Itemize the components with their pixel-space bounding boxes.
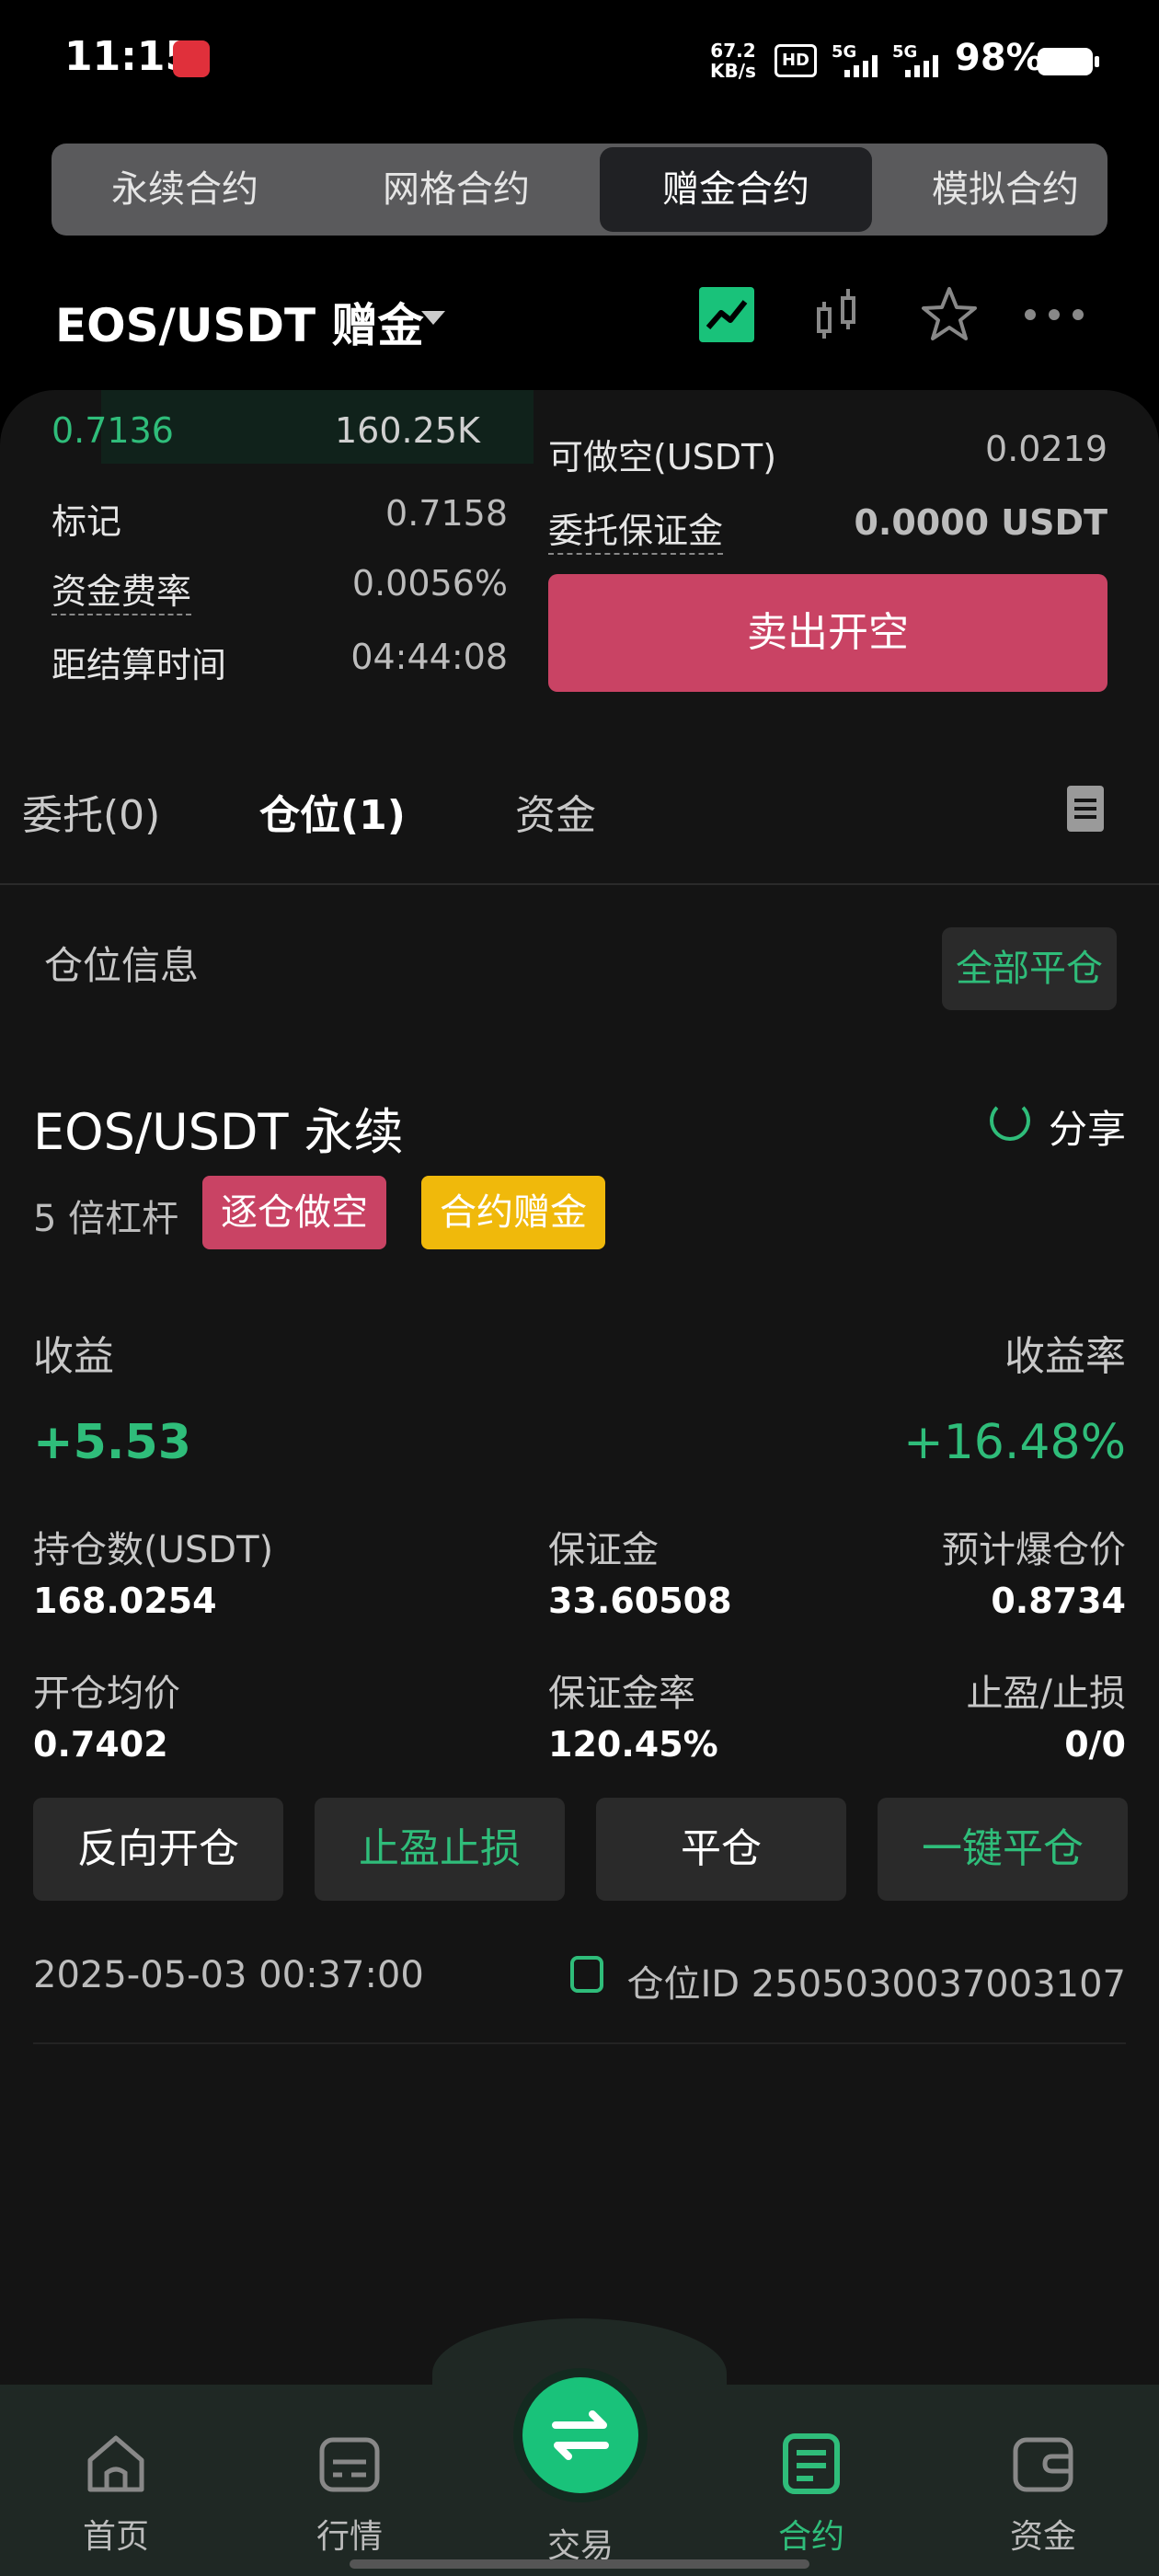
mark-value: 0.7158: [385, 493, 508, 534]
entry-price-label: 开仓均价: [33, 1673, 180, 1715]
mark-label: 标记: [52, 501, 122, 542]
wallet-icon: [1013, 2437, 1073, 2492]
close-position-button[interactable]: 平仓: [596, 1798, 846, 1901]
margin-label: 保证金: [548, 1529, 659, 1571]
one-click-close-button[interactable]: 一键平仓: [878, 1798, 1128, 1901]
funding-label[interactable]: 资金费率: [52, 563, 192, 615]
nav-home[interactable]: 首页: [42, 2429, 189, 2558]
tpsl-label: 止盈/止损: [966, 1673, 1126, 1715]
size-value: 168.0254: [33, 1581, 217, 1621]
home-indicator[interactable]: [350, 2559, 809, 2569]
nav-contract[interactable]: 合约: [738, 2429, 885, 2558]
roi-label: 收益率: [1004, 1333, 1126, 1380]
close-all-button[interactable]: 全部平仓: [942, 927, 1117, 1010]
orderbook-price: 0.7136: [52, 410, 174, 451]
more-icon[interactable]: [1021, 285, 1087, 344]
share-icon[interactable]: [990, 1100, 1030, 1141]
signal-icon-2: 5G: [892, 42, 947, 79]
margin-ratio-value: 120.45%: [548, 1724, 718, 1765]
status-bar: 11:15 67.2 KB/s HD 5G 5G 98%: [0, 0, 1159, 120]
position-title: EOS/USDT 永续: [33, 1103, 404, 1161]
share-button[interactable]: 分享: [1049, 1098, 1126, 1155]
trade-button[interactable]: [522, 2377, 638, 2493]
caret-down-icon[interactable]: [421, 311, 445, 325]
divider: [33, 2042, 1126, 2044]
copy-icon[interactable]: [570, 1956, 603, 1993]
margin-ratio-label: 保证金率: [548, 1673, 695, 1715]
candlestick-icon[interactable]: [809, 285, 868, 344]
nav-market[interactable]: 行情: [276, 2429, 423, 2558]
contract-icon: [783, 2433, 840, 2494]
signal-icon-1: 5G: [832, 42, 883, 79]
orderbook-volume: 160.25K: [335, 410, 480, 451]
pnl-label: 收益: [33, 1333, 114, 1380]
battery-percent: 98%: [955, 37, 1043, 79]
hd-icon: HD: [775, 44, 817, 77]
network-speed: 67.2 KB/s: [710, 40, 756, 81]
tpsl-button[interactable]: 止盈止损: [315, 1798, 565, 1901]
tab-grid[interactable]: 网格合约: [318, 144, 594, 236]
speed-value: 67.2: [710, 40, 756, 62]
home-icon: [87, 2435, 144, 2492]
funding-value: 0.0056%: [351, 563, 508, 604]
roi-value: +16.48%: [903, 1415, 1126, 1470]
order-margin-label[interactable]: 委托保证金: [548, 502, 724, 555]
tab-positions[interactable]: 仓位(1): [259, 782, 406, 841]
market-icon: [319, 2437, 380, 2492]
nav-funds-label: 资金: [1009, 2518, 1076, 2556]
tab-bonus[interactable]: 赠金合约: [600, 147, 872, 232]
liq-price-value: 0.8734: [991, 1581, 1126, 1621]
position-section-title: 仓位信息: [44, 943, 200, 988]
mode-tag: 逐仓做空: [202, 1176, 386, 1249]
leverage-label: 5 倍杠杆: [33, 1198, 179, 1240]
tab-funds[interactable]: 资金: [515, 782, 596, 841]
bonus-tag: 合约赠金: [421, 1176, 605, 1249]
pair-selector[interactable]: EOS/USDT 赠金: [55, 289, 424, 355]
shortable-label: 可做空(USDT): [548, 437, 777, 477]
speed-unit: KB/s: [710, 60, 756, 82]
order-margin-value: 0.0000 USDT: [854, 502, 1107, 543]
settle-label: 距结算时间: [52, 645, 227, 685]
star-icon[interactable]: [920, 285, 979, 344]
shortable-value: 0.0219: [985, 429, 1107, 469]
reverse-open-button[interactable]: 反向开仓: [33, 1798, 283, 1901]
tab-perpetual[interactable]: 永续合约: [52, 144, 318, 236]
nav-market-label: 行情: [316, 2518, 383, 2556]
pnl-value: +5.53: [33, 1415, 191, 1470]
position-id: 仓位ID 2505030037003107: [626, 1963, 1127, 2006]
nav-home-label: 首页: [82, 2518, 149, 2556]
margin-value: 33.60508: [548, 1581, 732, 1621]
position-timestamp: 2025-05-03 00:37:00: [33, 1954, 424, 1996]
nav-funds[interactable]: 资金: [970, 2429, 1117, 2558]
entry-price-value: 0.7402: [33, 1724, 168, 1765]
list-icon[interactable]: [1067, 786, 1104, 832]
app-notification-icon: [173, 40, 210, 77]
nav-contract-label: 合约: [777, 2518, 844, 2556]
settle-value: 04:44:08: [350, 637, 508, 677]
tab-orders[interactable]: 委托(0): [22, 782, 160, 841]
contract-type-tabs: 永续合约 网格合约 赠金合约 模拟合约: [52, 144, 1107, 236]
swap-icon: [552, 2410, 609, 2460]
line-chart-icon[interactable]: [697, 285, 756, 344]
liq-price-label: 预计爆仓价: [942, 1529, 1126, 1571]
tab-demo[interactable]: 模拟合约: [872, 144, 1107, 236]
battery-icon: [1038, 48, 1099, 75]
sell-open-short-button[interactable]: 卖出开空: [548, 574, 1107, 692]
tpsl-value: 0/0: [1064, 1724, 1126, 1765]
size-label: 持仓数(USDT): [33, 1529, 274, 1571]
